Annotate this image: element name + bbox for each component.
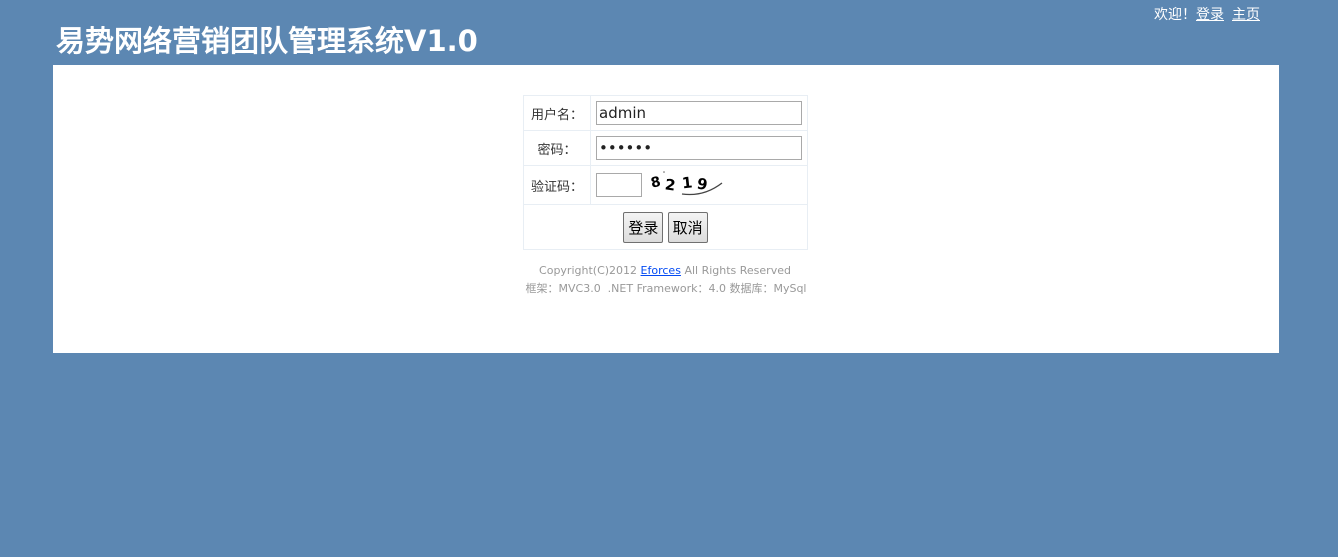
captcha-digit-2: 2 <box>664 175 677 194</box>
password-row: 密码： <box>523 130 808 166</box>
main-panel: 用户名： 密码： 验证码： 8 2 1 9 <box>53 65 1279 353</box>
password-cell <box>590 130 808 166</box>
captcha-digit-1: 8 <box>650 174 663 192</box>
tech-info: 框架：MVC3.0 .NET Framework：4.0 数据库：MySql <box>525 282 807 295</box>
captcha-image[interactable]: 8 2 1 9 <box>648 169 724 201</box>
login-button[interactable]: 登录 <box>623 211 664 243</box>
home-link[interactable]: 主页 <box>1232 7 1260 23</box>
welcome-text: 欢迎！ <box>1154 7 1196 23</box>
buttons-cell: 登录 取消 <box>523 204 808 250</box>
captcha-graphic: 8 2 1 9 <box>650 171 723 196</box>
captcha-row: 验证码： 8 2 1 9 <box>523 165 808 205</box>
password-label: 密码： <box>523 130 591 166</box>
captcha-noise-dot <box>663 171 665 173</box>
cancel-button[interactable]: 取消 <box>667 211 708 243</box>
top-nav: 欢迎！登录 主页 <box>1154 4 1260 24</box>
login-form: 用户名： 密码： 验证码： 8 2 1 9 <box>523 95 808 250</box>
username-label: 用户名： <box>523 95 591 131</box>
username-input[interactable] <box>596 101 802 125</box>
copyright-line: Copyright(C)2012 Eforces All Rights Rese… <box>52 262 1278 280</box>
captcha-label: 验证码： <box>523 165 591 205</box>
captcha-cell: 8 2 1 9 <box>590 165 808 205</box>
login-link[interactable]: 登录 <box>1196 7 1224 23</box>
username-cell <box>590 95 808 131</box>
username-row: 用户名： <box>523 95 808 131</box>
buttons-row: 登录 取消 <box>523 204 808 250</box>
copyright-prefix: Copyright(C)2012 <box>539 264 638 277</box>
company-link[interactable]: Eforces <box>641 264 681 277</box>
captcha-digit-3: 1 <box>681 173 693 192</box>
captcha-input[interactable] <box>596 173 642 197</box>
copyright-suffix: All Rights Reserved <box>684 264 791 277</box>
password-input[interactable] <box>596 136 802 160</box>
site-title: 易势网络营销团队管理系统V1.0 <box>56 24 478 58</box>
